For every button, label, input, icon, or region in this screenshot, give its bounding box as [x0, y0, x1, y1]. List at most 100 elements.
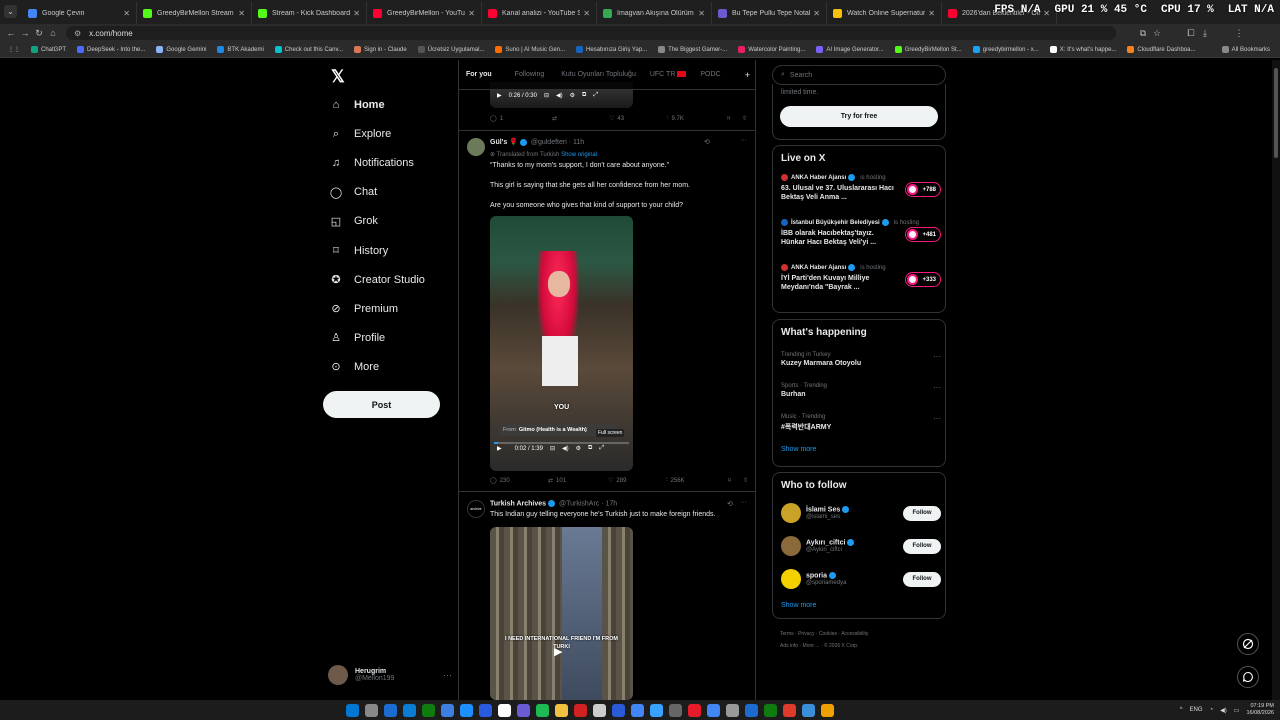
more-dots-icon[interactable]: ···	[933, 414, 941, 423]
add-tab-icon[interactable]: +	[738, 70, 755, 80]
grok-icon[interactable]: ⟲	[727, 500, 733, 508]
footer-link[interactable]: Terms	[780, 631, 794, 637]
tab-podc[interactable]: PODC	[693, 71, 727, 78]
footer-link[interactable]: More ...	[803, 643, 820, 649]
close-icon[interactable]: ✕	[123, 9, 130, 18]
browser-tab[interactable]: Kanal analizi - YouTube Studio✕	[482, 2, 597, 24]
bookmark-item[interactable]: Sign in - Claude	[354, 46, 407, 53]
follow-suggestion[interactable]: İslami Ses @islami_ses Follow	[781, 500, 941, 526]
forward-icon[interactable]: →	[18, 28, 32, 38]
close-icon[interactable]: ✕	[238, 9, 245, 18]
views-button[interactable]: ⫶ 256K	[666, 477, 728, 484]
author-name[interactable]: Turkish Archives	[490, 500, 546, 507]
browser-tab[interactable]: GreedyBirMellon - YouTube ✕	[367, 2, 482, 24]
post[interactable]: archive Turkish Archives @TurkishArc · 1…	[459, 492, 755, 700]
taskbar-app-icon[interactable]	[593, 703, 606, 717]
search-input[interactable]: ⌕ Search	[772, 65, 946, 85]
browser-tab[interactable]: Watch Online Supernatural Se✕	[827, 2, 942, 24]
nav-item-home[interactable]: ⌂ Home	[328, 91, 385, 119]
taskbar-app-icon[interactable]	[574, 703, 587, 717]
live-item[interactable]: ANKA Haber Ajansı is hosting 63. Ulusal ve…	[781, 174, 941, 208]
volume-icon[interactable]: ◀)	[1220, 707, 1227, 714]
taskbar-app-icon[interactable]	[669, 703, 682, 717]
taskbar-app-icon[interactable]	[707, 703, 720, 717]
footer-link[interactable]: Ads info	[780, 643, 798, 649]
repost-button[interactable]: ⇄ 101	[548, 477, 608, 485]
grok-icon[interactable]: ⟲	[704, 138, 710, 146]
fullscreen-icon[interactable]: ⤢	[593, 92, 598, 99]
play-icon[interactable]: ▶	[554, 645, 562, 658]
taskbar-app-icon[interactable]	[460, 703, 473, 717]
tab-following[interactable]: Following	[499, 71, 552, 78]
close-icon[interactable]: ✕	[583, 9, 590, 18]
bookmark-item[interactable]: Ücretsiz Uygulamal...	[417, 46, 484, 53]
close-icon[interactable]: ✕	[468, 9, 475, 18]
views-button[interactable]: ⫶ 9.7K	[667, 115, 727, 122]
play-icon[interactable]: ▶	[497, 445, 502, 452]
bookmark-icon[interactable]: ⌑	[728, 477, 743, 484]
trend-item[interactable]: Sports · Trending Burhan ···	[781, 383, 941, 398]
avatar[interactable]: archive	[467, 500, 485, 518]
close-icon[interactable]: ✕	[698, 9, 705, 18]
live-item[interactable]: İstanbul Büyükşehir Belediyesi is hosting…	[781, 219, 941, 253]
trend-item[interactable]: Trending in Turkey Kuzey Marmara Otoyolu ·…	[781, 352, 941, 367]
like-button[interactable]: ♡ 289	[608, 477, 666, 485]
post-more-icon[interactable]: ···	[740, 499, 747, 506]
show-more-link[interactable]: Show more	[781, 602, 816, 609]
nav-item-chat[interactable]: ◯ Chat	[328, 178, 377, 206]
reply-button[interactable]: ◯ 230	[490, 477, 548, 485]
more-dots-icon[interactable]: ···	[933, 383, 941, 392]
post-button[interactable]: Post	[323, 391, 440, 418]
taskbar-app-icon[interactable]	[517, 703, 530, 717]
close-icon[interactable]: ✕	[353, 9, 360, 18]
nav-item-explore[interactable]: ⌕ Explore	[328, 120, 391, 148]
taskbar-app-icon[interactable]	[802, 703, 815, 717]
taskbar-app-icon[interactable]	[422, 703, 435, 717]
trend-item[interactable]: Music · Trending #폭력반대ARMY ···	[781, 414, 941, 432]
captions-icon[interactable]: ⊟	[544, 92, 549, 99]
extensions-icon[interactable]: ⧠	[1184, 28, 1198, 39]
battery-icon[interactable]: ▭	[1234, 707, 1240, 714]
nav-item-grok[interactable]: ◱ Grok	[328, 207, 378, 235]
like-button[interactable]: ♡ 43	[609, 115, 667, 123]
pip-icon[interactable]: ⧉	[582, 92, 586, 99]
post[interactable]: Gül's 🌹 @guldefteri · 11h ⟲ ··· ⊕ Transl…	[459, 131, 755, 492]
bookmark-item[interactable]: Check out this Canv...	[274, 46, 343, 53]
install-icon[interactable]: ⧉	[1136, 28, 1150, 39]
tab-ufc[interactable]: UFC TR	[643, 71, 694, 78]
pip-icon[interactable]: ⧉	[588, 445, 592, 452]
follow-suggestion[interactable]: sporia @sporiamedya Follow	[781, 566, 941, 592]
repost-button[interactable]: ⇄	[552, 115, 609, 122]
tab-for-you[interactable]: For you	[459, 71, 499, 78]
bookmark-item[interactable]: ChatGPT	[31, 46, 66, 53]
bookmark-item[interactable]: Suno | AI Music Gen...	[495, 46, 565, 53]
url-input[interactable]: ⚙ x.com/home	[66, 26, 1116, 40]
show-original-link[interactable]: Show original	[561, 152, 597, 158]
video-progress[interactable]	[494, 442, 629, 444]
grok-float-icon[interactable]	[1237, 633, 1259, 655]
taskbar-app-icon[interactable]	[346, 703, 359, 717]
bookmark-item[interactable]: DeepSeek - Into the...	[77, 46, 145, 53]
site-info-icon[interactable]: ⚙	[74, 29, 81, 38]
menu-icon[interactable]: ⋮	[1232, 28, 1246, 39]
clock[interactable]: 07:19 PM 16/08/2026	[1246, 703, 1274, 717]
taskbar-app-icon[interactable]	[764, 703, 777, 717]
bookmark-item[interactable]: The Biggest Gamer-...	[658, 46, 727, 53]
taskbar-app-icon[interactable]	[726, 703, 739, 717]
close-icon[interactable]: ✕	[813, 9, 820, 18]
fullscreen-icon[interactable]: ⤢	[599, 445, 604, 452]
bookmark-item[interactable]: GreedyBirMellon St...	[894, 46, 962, 53]
page-scrollbar[interactable]	[1272, 60, 1280, 700]
reload-icon[interactable]: ↻	[32, 28, 46, 39]
settings-icon[interactable]: ⚙	[570, 92, 575, 99]
share-icon[interactable]: ⇧	[743, 477, 748, 484]
play-icon[interactable]: ▶	[497, 92, 502, 99]
browser-tab[interactable]: İmagvan Akışına Ölürüm Tü ✕	[597, 2, 712, 24]
taskbar-app-icon[interactable]	[403, 703, 416, 717]
reply-button[interactable]: ◯ 1	[490, 115, 552, 123]
author-handle[interactable]: @TurkishArc	[559, 500, 599, 507]
taskbar-app-icon[interactable]	[536, 703, 549, 717]
star-icon[interactable]: ☆	[1150, 28, 1164, 39]
tab-search-button[interactable]: ⌄	[4, 5, 17, 18]
taskbar-app-icon[interactable]	[365, 703, 378, 717]
